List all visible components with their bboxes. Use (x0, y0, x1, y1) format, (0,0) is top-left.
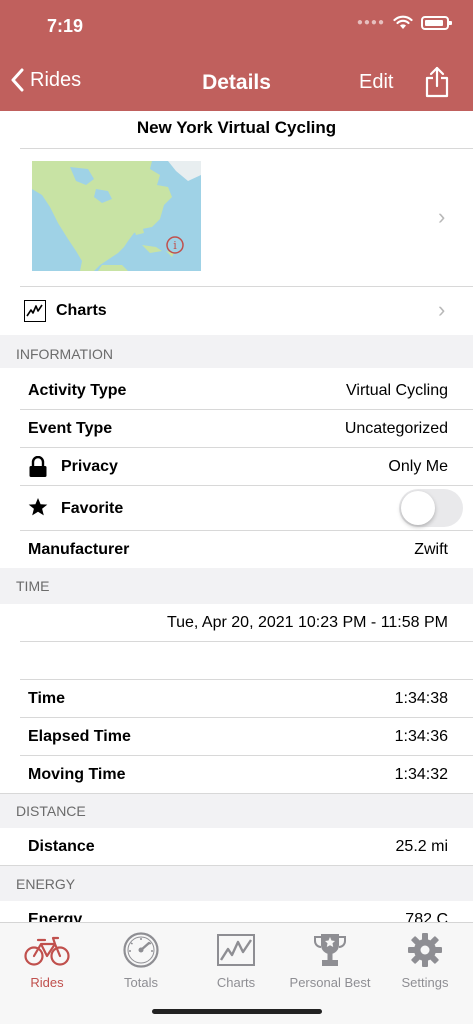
share-button[interactable] (424, 66, 450, 103)
header: 7:19 ●●●● Rides Details Edit (0, 0, 473, 111)
section-header-time: TIME (0, 568, 473, 604)
map-image: i (32, 161, 201, 271)
elapsed-time-value: 1:34:36 (394, 728, 448, 745)
map-thumbnail[interactable]: i (32, 161, 201, 271)
battery-icon (421, 15, 452, 30)
section-header-information: INFORMATION (0, 335, 473, 368)
speedometer-icon (123, 932, 159, 968)
status-icons: ●●●● (356, 15, 452, 30)
date-range-value: Tue, Apr 20, 2021 10:23 PM - 11:58 PM (166, 614, 448, 631)
tab-label: Personal Best (289, 975, 371, 990)
section-header-distance: DISTANCE (0, 793, 473, 828)
tab-rides[interactable]: Rides (0, 931, 94, 990)
charts-label: Charts (56, 302, 107, 319)
tab-label: Settings (401, 975, 449, 990)
tab-settings[interactable]: Settings (378, 931, 472, 990)
trophy-icon (314, 934, 346, 966)
page-title: Details (202, 71, 271, 94)
edit-button[interactable]: Edit (359, 71, 393, 94)
energy-row: Energy 782 C (20, 901, 473, 922)
distance-label: Distance (28, 838, 95, 855)
signal-icon: ●●●● (356, 17, 385, 28)
elapsed-time-row: Elapsed Time 1:34:36 (20, 718, 473, 755)
svg-text:i: i (173, 239, 177, 252)
tab-personal-best[interactable]: Personal Best (283, 931, 377, 990)
privacy-value: Only Me (388, 458, 448, 475)
activity-type-value: Virtual Cycling (346, 382, 448, 399)
moving-time-row: Moving Time 1:34:32 (20, 756, 473, 793)
time-row: Time 1:34:38 (20, 680, 473, 717)
distance-value: 25.2 mi (395, 838, 448, 855)
event-type-label: Event Type (28, 420, 113, 437)
energy-value: 782 C (405, 911, 448, 922)
time-value: 1:34:38 (394, 690, 448, 707)
activity-type-row[interactable]: Activity Type Virtual Cycling (20, 372, 473, 409)
tab-label: Totals (124, 975, 158, 990)
chart-icon (217, 934, 255, 966)
wifi-icon (393, 15, 413, 29)
star-icon (28, 497, 48, 522)
map-row[interactable]: i › (20, 149, 473, 286)
elapsed-time-label: Elapsed Time (28, 728, 131, 745)
gear-icon (408, 933, 442, 967)
favorite-row: Favorite (20, 486, 473, 530)
favorite-label: Favorite (61, 500, 124, 517)
distance-row: Distance 25.2 mi (20, 828, 473, 865)
status-time: 7:19 (47, 16, 84, 36)
tab-label: Charts (216, 975, 256, 990)
energy-label: Energy (28, 911, 83, 922)
moving-time-value: 1:34:32 (394, 766, 448, 783)
manufacturer-value: Zwift (414, 541, 448, 558)
section-header-energy: ENERGY (0, 865, 473, 901)
time-label: Time (28, 690, 66, 707)
date-range-row: Tue, Apr 20, 2021 10:23 PM - 11:58 PM (20, 604, 473, 641)
nav-bar: Rides Details Edit (0, 60, 473, 106)
divider (20, 641, 473, 642)
home-indicator (152, 1009, 322, 1014)
tab-totals[interactable]: Totals (94, 931, 188, 990)
share-icon (425, 66, 449, 98)
lock-icon (28, 455, 48, 483)
moving-time-label: Moving Time (28, 766, 126, 783)
line-chart-icon (24, 300, 46, 322)
tab-label: Rides (30, 975, 64, 990)
event-type-row[interactable]: Event Type Uncategorized (20, 410, 473, 447)
chevron-right-icon: › (438, 204, 446, 229)
manufacturer-row[interactable]: Manufacturer Zwift (20, 531, 473, 568)
privacy-label: Privacy (61, 458, 118, 475)
tab-charts[interactable]: Charts (189, 931, 283, 990)
status-bar: 7:19 ●●●● (0, 0, 473, 52)
ride-title: New York Virtual Cycling (136, 118, 337, 137)
toggle-knob (401, 491, 435, 525)
event-type-value: Uncategorized (344, 420, 448, 437)
favorite-toggle[interactable] (399, 489, 463, 527)
activity-type-label: Activity Type (28, 382, 127, 399)
chevron-right-icon: › (438, 297, 446, 322)
manufacturer-label: Manufacturer (28, 541, 130, 558)
charts-row[interactable]: Charts › (20, 287, 473, 335)
bicycle-icon (24, 936, 70, 966)
privacy-row[interactable]: Privacy Only Me (20, 448, 473, 485)
